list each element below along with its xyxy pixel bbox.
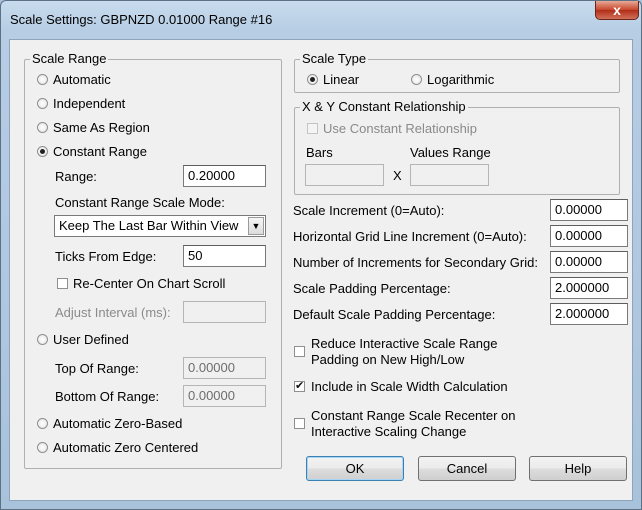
label-automatic-zero-based[interactable]: Automatic Zero-Based [53,416,182,431]
top-of-range-label: Top Of Range: [55,361,139,376]
dialog-client: Scale Range Automatic Independent Same A… [9,39,633,501]
close-button[interactable]: x [595,1,639,20]
values-range-label: Values Range [410,145,491,160]
scale-padding-input[interactable]: 2.000000 [550,277,628,299]
radio-independent[interactable] [37,98,48,109]
radio-logarithmic[interactable] [411,74,422,85]
secondary-grid-input[interactable]: 0.00000 [550,251,628,273]
reduce-padding-checkbox[interactable] [294,346,305,357]
window-title: Scale Settings: GBPNZD 0.01000 Range #16 [10,12,273,27]
scale-increment-input[interactable]: 0.00000 [550,199,628,221]
scale-range-legend: Scale Range [30,51,109,66]
recenter-scroll-checkbox[interactable] [57,278,68,289]
scale-increment-label: Scale Increment (0=Auto): [293,203,445,218]
xy-relationship-legend: X & Y Constant Relationship [300,99,468,114]
radio-automatic-zero-centered[interactable] [37,442,48,453]
use-constant-relationship-label[interactable]: Use Constant Relationship [323,121,477,136]
mode-label: Constant Range Scale Mode: [55,195,225,210]
values-range-input[interactable] [410,164,489,186]
label-constant-range[interactable]: Constant Range [53,144,147,159]
range-input[interactable]: 0.20000 [183,165,266,187]
ok-button[interactable]: OK [306,456,404,481]
label-automatic[interactable]: Automatic [53,72,111,87]
mode-select-value: Keep The Last Bar Within View [59,218,239,233]
radio-user-defined[interactable] [37,334,48,345]
label-logarithmic[interactable]: Logarithmic [427,72,494,87]
x-separator: X [393,168,402,183]
include-width-checkbox[interactable]: ✔ [294,381,305,392]
radio-automatic-zero-based[interactable] [37,418,48,429]
label-linear[interactable]: Linear [323,72,359,87]
include-width-label[interactable]: Include in Scale Width Calculation [311,379,508,394]
recenter-scroll-label[interactable]: Re-Center On Chart Scroll [73,276,225,291]
ticks-label: Ticks From Edge: [55,249,157,264]
scale-type-legend: Scale Type [300,51,369,66]
scale-padding-label: Scale Padding Percentage: [293,281,451,296]
secondary-grid-label: Number of Increments for Secondary Grid: [293,255,538,270]
hgrid-increment-label: Horizontal Grid Line Increment (0=Auto): [293,229,527,244]
label-automatic-zero-centered[interactable]: Automatic Zero Centered [53,440,198,455]
radio-automatic[interactable] [37,74,48,85]
reduce-padding-label-line2[interactable]: Padding on New High/Low [311,352,464,367]
use-constant-relationship-checkbox[interactable] [307,123,318,134]
top-of-range-input[interactable]: 0.00000 [183,357,266,379]
recenter-interactive-label-line2[interactable]: Interactive Scaling Change [311,424,466,439]
adjust-interval-label: Adjust Interval (ms): [55,305,171,320]
adjust-interval-input[interactable] [183,301,266,323]
close-icon: x [613,2,621,18]
hgrid-increment-input[interactable]: 0.00000 [550,225,628,247]
label-user-defined[interactable]: User Defined [53,332,129,347]
bars-input[interactable] [305,164,384,186]
mode-select[interactable]: Keep The Last Bar Within View ▼ [54,215,266,237]
chevron-down-icon[interactable]: ▼ [248,217,264,235]
bottom-of-range-input[interactable]: 0.00000 [183,385,266,407]
ticks-input[interactable]: 50 [183,245,266,267]
radio-linear[interactable] [307,74,318,85]
radio-same-as-region[interactable] [37,122,48,133]
recenter-interactive-label-line1[interactable]: Constant Range Scale Recenter on [311,408,516,423]
radio-constant-range[interactable] [37,146,48,157]
recenter-interactive-checkbox[interactable] [294,418,305,429]
label-same-as-region[interactable]: Same As Region [53,120,150,135]
label-independent[interactable]: Independent [53,96,125,111]
help-button[interactable]: Help [529,456,627,481]
range-label: Range: [55,169,97,184]
reduce-padding-label-line1[interactable]: Reduce Interactive Scale Range [311,336,497,351]
default-padding-label: Default Scale Padding Percentage: [293,307,496,322]
default-padding-input[interactable]: 2.000000 [550,303,628,325]
cancel-button[interactable]: Cancel [418,456,516,481]
bars-label: Bars [306,145,333,160]
bottom-of-range-label: Bottom Of Range: [55,389,160,404]
dialog-window: Scale Settings: GBPNZD 0.01000 Range #16… [0,0,642,510]
